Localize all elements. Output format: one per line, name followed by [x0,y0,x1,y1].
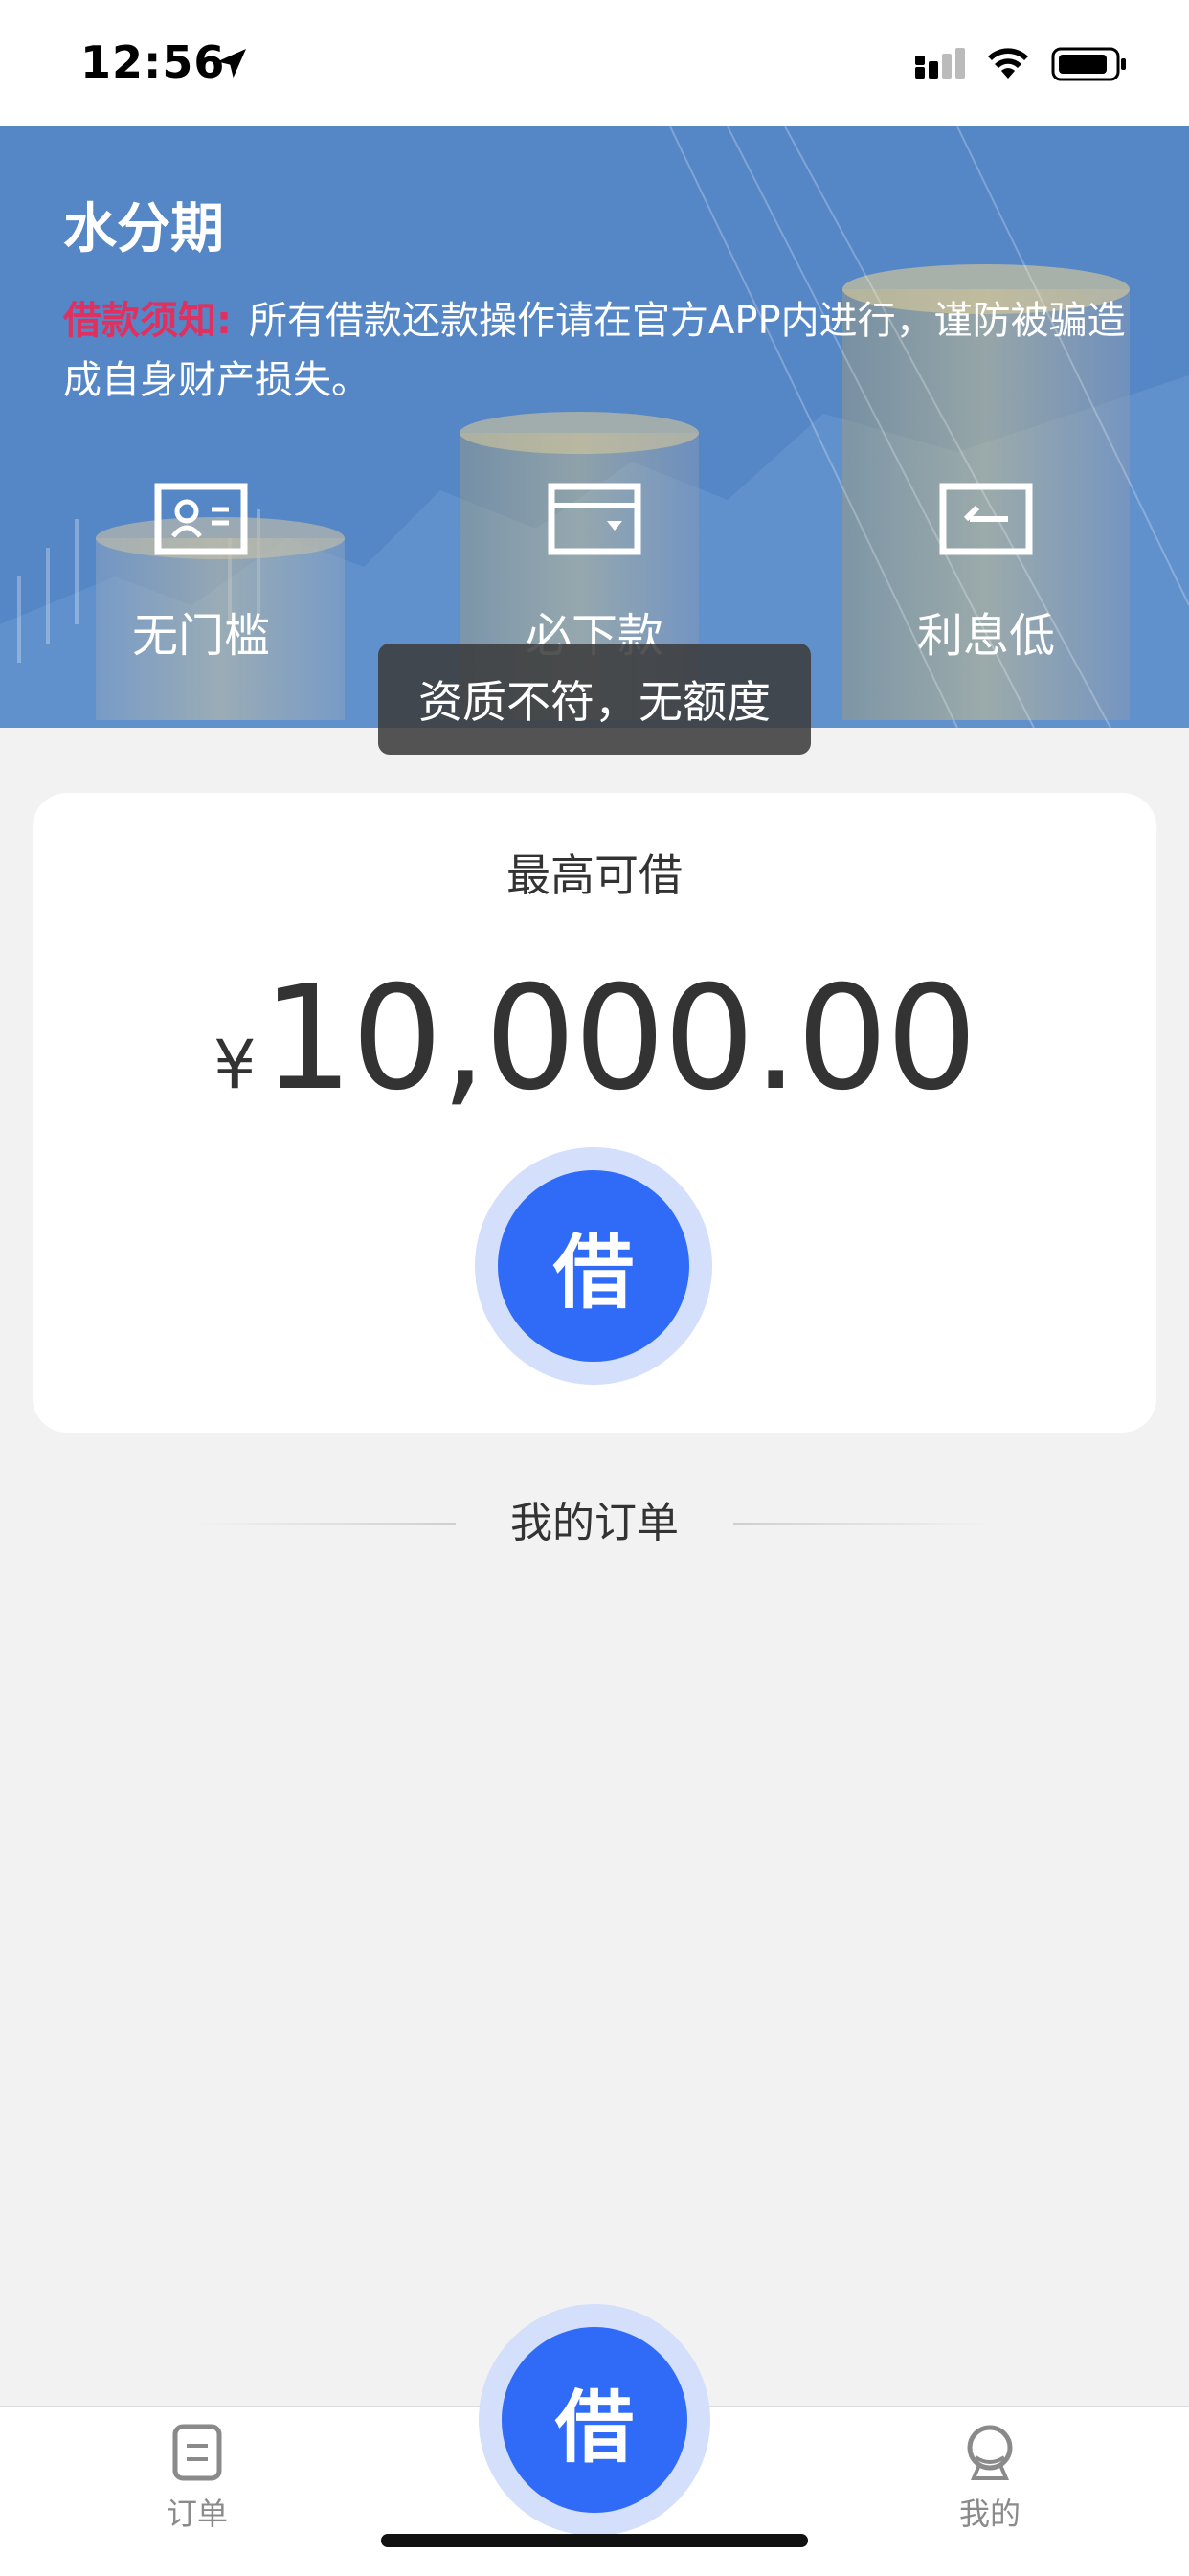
status-bar: 12:56 [0,0,1189,126]
home-indicator [381,2534,808,2547]
borrow-button-label: 借 [498,1170,689,1362]
loan-card: 最高可借 ¥10,000.00 借 [33,793,1156,1433]
hero-banner: 水分期 借款须知: 所有借款还款操作请在官方APP内进行，谨防被骗造成自身财产损失… [0,126,1189,728]
battery-icon [1051,47,1126,81]
my-orders-title: 我的订单 [510,1499,679,1548]
wallet-icon [548,483,641,555]
tab-label: 订单 [166,2496,228,2532]
loan-notice: 借款须知: 所有借款还款操作请在官方APP内进行，谨防被骗造成自身财产损失。 [63,291,1126,410]
borrow-button[interactable]: 借 [475,1147,712,1385]
notice-label: 借款须知: [63,299,232,343]
id-card-icon [154,483,248,555]
tab-mine[interactable]: 我的 [913,2423,1066,2534]
currency-symbol: ¥ [213,1026,257,1104]
my-orders-header: 我的订单 [0,1490,1189,1557]
tab-label: 我的 [958,2496,1021,2532]
loan-amount: ¥10,000.00 [33,956,1156,1122]
max-borrow-label: 最高可借 [506,849,683,901]
tab-borrow-label: 借 [502,2327,687,2513]
wifi-icon [988,48,1028,79]
feature-guaranteed-loan: 必下款 [451,481,738,665]
user-icon [967,2425,1013,2480]
feature-low-interest: 利息低 [842,481,1130,665]
document-icon [172,2424,222,2481]
tab-orders[interactable]: 订单 [121,2423,274,2534]
return-arrow-icon [939,483,1033,555]
feature-no-threshold: 无门槛 [57,481,345,665]
amount-value: 10,000.00 [261,956,977,1122]
feature-label: 利息低 [916,609,1055,663]
toast-message: 资质不符，无额度 [378,644,811,755]
location-arrow-icon [217,49,246,78]
feature-label: 无门槛 [131,609,270,663]
app-title: 水分期 [63,198,224,260]
tab-borrow-button[interactable]: 借 [479,2304,710,2536]
status-time: 12:56 [80,36,226,88]
cellular-signal-icon [915,48,965,79]
divider [733,1523,992,1525]
